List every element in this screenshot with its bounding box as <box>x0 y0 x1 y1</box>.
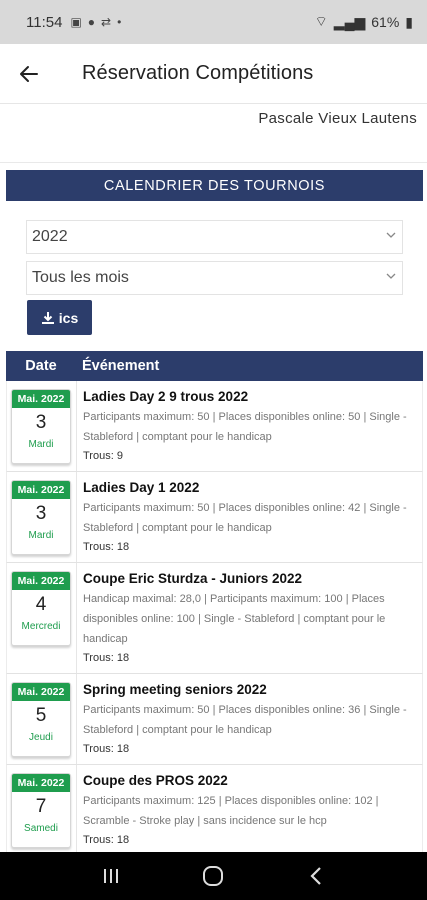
back-button[interactable] <box>0 44 58 104</box>
recent-apps-button[interactable] <box>91 856 131 896</box>
page-title: Réservation Compétitions <box>82 62 314 84</box>
event-description: Participants maximum: 50 | Places dispon… <box>83 502 407 534</box>
table-row[interactable]: Mai. 2022 5 Jeudi Spring meeting seniors… <box>6 674 423 765</box>
download-icon <box>41 311 54 324</box>
event-holes: Trous: 18 <box>83 541 130 553</box>
arrow-left-icon <box>20 65 38 82</box>
year-select[interactable]: 2022 <box>26 220 403 254</box>
divider <box>0 162 427 163</box>
wifi-icon: ⌔ <box>314 13 328 29</box>
app-bar: Réservation Compétitions <box>0 44 427 104</box>
date-cell: Mai. 2022 3 Mardi <box>7 381 77 471</box>
calendar-weekday: Samedi <box>24 823 58 834</box>
chevron-down-icon <box>386 273 396 279</box>
table-row[interactable]: Mai. 2022 3 Mardi Ladies Day 2 9 trous 2… <box>6 381 423 472</box>
dot-icon: • <box>117 15 122 29</box>
calendar-day: 4 <box>35 594 47 615</box>
calendar-day: 3 <box>35 412 47 433</box>
signal-icon: ▂▄▆ <box>333 13 366 30</box>
status-right: ⌔ ▂▄▆ 61% ▮ <box>315 13 413 31</box>
system-nav-bar <box>0 852 427 900</box>
chevron-left-icon <box>310 867 321 885</box>
event-cell: Ladies Day 2 9 trous 2022 Participants m… <box>77 381 422 471</box>
event-cell: Spring meeting seniors 2022 Participants… <box>77 674 422 764</box>
notification-icons: ▣ ● ⇄ • <box>70 15 121 29</box>
calendar-weekday: Mardi <box>28 530 54 541</box>
calendar-weekday: Mercredi <box>21 621 61 632</box>
chevron-down-icon <box>386 232 396 238</box>
event-description: Participants maximum: 125 | Places dispo… <box>83 795 379 827</box>
home-icon <box>203 866 224 886</box>
date-cell: Mai. 2022 7 Samedi <box>7 765 77 855</box>
event-description: Participants maximum: 50 | Places dispon… <box>83 411 407 443</box>
event-title[interactable]: Coupe Eric Sturdza - Juniors 2022 <box>83 571 414 586</box>
event-title[interactable]: Ladies Day 2 9 trous 2022 <box>83 389 414 404</box>
event-holes: Trous: 18 <box>83 652 130 664</box>
event-holes: Trous: 9 <box>83 450 123 462</box>
calendar-month: Mai. 2022 <box>12 390 70 408</box>
events-table: Mai. 2022 3 Mardi Ladies Day 2 9 trous 2… <box>6 381 423 856</box>
sync-icon: ⇄ <box>101 15 112 29</box>
event-title[interactable]: Ladies Day 1 2022 <box>83 480 414 495</box>
calendar-day: 3 <box>35 503 47 524</box>
status-bar: 11:54 ▣ ● ⇄ • ⌔ ▂▄▆ 61% ▮ <box>0 0 427 44</box>
date-cell: Mai. 2022 5 Jeudi <box>7 674 77 764</box>
system-back-button[interactable] <box>296 856 336 896</box>
calendar-weekday: Jeudi <box>29 732 53 743</box>
column-date: Date <box>25 358 57 374</box>
calendar-badge: Mai. 2022 3 Mardi <box>11 389 71 464</box>
calendar-month: Mai. 2022 <box>12 481 70 499</box>
event-cell: Coupe Eric Sturdza - Juniors 2022 Handic… <box>77 563 422 673</box>
event-title[interactable]: Spring meeting seniors 2022 <box>83 682 414 697</box>
event-cell: Ladies Day 1 2022 Participants maximum: … <box>77 472 422 562</box>
calendar-weekday: Mardi <box>28 439 54 450</box>
event-holes: Trous: 18 <box>83 834 130 846</box>
calendar-day: 5 <box>35 705 47 726</box>
table-row[interactable]: Mai. 2022 7 Samedi Coupe des PROS 2022 P… <box>6 765 423 856</box>
column-event: Événement <box>82 358 160 374</box>
calendar-month: Mai. 2022 <box>12 774 70 792</box>
ics-label: ics <box>58 309 79 326</box>
home-button[interactable] <box>193 856 233 896</box>
event-description: Handicap maximal: 28,0 | Participants ma… <box>83 593 386 645</box>
event-holes: Trous: 18 <box>83 743 130 755</box>
event-cell: Coupe des PROS 2022 Participants maximum… <box>77 765 422 855</box>
year-select-value: 2022 <box>32 228 68 245</box>
battery-icon: ▮ <box>405 13 413 30</box>
ics-download-button[interactable]: ics <box>27 300 92 335</box>
month-select[interactable]: Tous les mois <box>26 261 403 295</box>
calendar-month: Mai. 2022 <box>12 572 70 590</box>
calendar-badge: Mai. 2022 3 Mardi <box>11 480 71 555</box>
event-title[interactable]: Coupe des PROS 2022 <box>83 773 414 788</box>
table-row[interactable]: Mai. 2022 4 Mercredi Coupe Eric Sturdza … <box>6 563 423 674</box>
recent-apps-icon <box>104 869 119 883</box>
date-cell: Mai. 2022 4 Mercredi <box>7 563 77 673</box>
calendar-badge: Mai. 2022 5 Jeudi <box>11 682 71 757</box>
date-cell: Mai. 2022 3 Mardi <box>7 472 77 562</box>
user-name: Pascale Vieux Lautens <box>258 110 417 127</box>
event-description: Participants maximum: 50 | Places dispon… <box>83 704 407 736</box>
calendar-month: Mai. 2022 <box>12 683 70 701</box>
image-notification-icon: ▣ <box>70 15 82 29</box>
location-icon: ● <box>87 15 96 29</box>
status-time: 11:54 <box>26 13 63 31</box>
calendar-day: 7 <box>35 796 47 817</box>
calendar-badge: Mai. 2022 7 Samedi <box>11 773 71 848</box>
month-select-value: Tous les mois <box>32 269 129 286</box>
events-table-header: Date Événement <box>6 351 423 381</box>
section-header: CALENDRIER DES TOURNOIS <box>6 170 423 201</box>
calendar-badge: Mai. 2022 4 Mercredi <box>11 571 71 646</box>
battery-percent: 61% <box>371 14 400 30</box>
table-row[interactable]: Mai. 2022 3 Mardi Ladies Day 1 2022 Part… <box>6 472 423 563</box>
